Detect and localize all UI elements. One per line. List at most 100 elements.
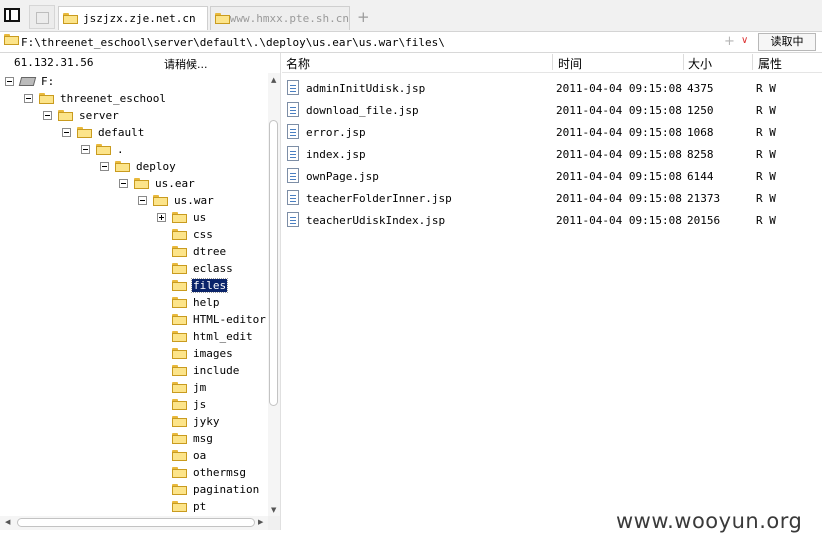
tree-item-label: msg (193, 432, 213, 445)
collapse-icon[interactable] (62, 128, 71, 137)
column-separator[interactable] (683, 54, 684, 70)
folder-icon (215, 13, 230, 24)
tree-item-label: HTML-editor (193, 313, 266, 326)
directory-tree: F: threenet_eschool server default. deploy us… (0, 73, 268, 517)
file-icon (287, 168, 299, 183)
folder-icon (77, 127, 92, 138)
path-input[interactable] (21, 34, 756, 50)
server-ip: 61.132.31.56 (14, 56, 94, 69)
file-row[interactable]: adminInitUdisk.jsp 2011-04-04 09:15:08 437… (282, 77, 802, 99)
tree-item[interactable]: us.ear (119, 175, 196, 192)
file-row[interactable]: teacherUdiskIndex.jsp 2011-04-04 09:15:08… (282, 209, 802, 231)
pane-divider[interactable] (280, 53, 281, 530)
collapse-icon[interactable] (81, 145, 90, 154)
file-list-header: 名称 时间 大小 属性 (282, 53, 822, 73)
read-button[interactable]: 读取中 (758, 33, 816, 51)
tree-item[interactable]: files (157, 277, 229, 294)
column-separator[interactable] (552, 54, 553, 70)
file-row[interactable]: teacherFolderInner.jsp 2011-04-04 09:15:0… (282, 187, 802, 209)
tree-item[interactable]: js (157, 396, 207, 413)
scroll-right-arrow-icon[interactable]: ▶ (258, 518, 263, 526)
tree-item-label: pagination (193, 483, 260, 496)
tree-item[interactable]: threenet_eschool (24, 90, 167, 107)
tree-item[interactable]: pagination (157, 481, 260, 498)
scroll-up-arrow-icon[interactable]: ▲ (271, 76, 276, 84)
tree-item[interactable]: css (157, 226, 214, 243)
column-header-time[interactable]: 时间 (558, 55, 582, 72)
file-attr: R W (756, 81, 776, 95)
tree-item[interactable]: jyky (157, 413, 221, 430)
collapse-icon[interactable] (138, 196, 147, 205)
tree-item[interactable]: jm (157, 379, 207, 396)
tree-item-label: js (193, 398, 207, 411)
folder-icon (63, 13, 78, 24)
tree-item[interactable]: oa (157, 447, 207, 464)
tab-label: jszjzx.zje.net.cn (83, 12, 196, 25)
file-row[interactable]: ownPage.jsp 2011-04-04 09:15:08 6144 R W (282, 165, 802, 187)
chevron-down-icon[interactable]: ∨ (741, 35, 748, 46)
file-icon (287, 212, 299, 227)
tree-item-label: files (190, 278, 229, 293)
scroll-thumb[interactable] (17, 518, 255, 527)
file-size: 6144 (687, 169, 714, 183)
tree-item[interactable]: include (157, 362, 240, 379)
tree-item[interactable]: msg (157, 430, 214, 447)
scroll-left-arrow-icon[interactable]: ◀ (5, 518, 10, 526)
scroll-thumb[interactable] (269, 120, 278, 406)
file-row[interactable]: error.jsp 2011-04-04 09:15:08 1068 R W (282, 121, 802, 143)
tree-item[interactable]: F: (5, 73, 55, 90)
folder-icon (96, 144, 111, 155)
scroll-down-arrow-icon[interactable]: ▼ (271, 506, 276, 514)
folder-icon (172, 246, 187, 257)
tree-item[interactable]: html_edit (157, 328, 254, 345)
collapse-icon[interactable] (119, 179, 128, 188)
tree-item[interactable]: default (62, 124, 145, 141)
collapse-icon[interactable] (43, 111, 52, 120)
file-row[interactable]: index.jsp 2011-04-04 09:15:08 8258 R W (282, 143, 802, 165)
tree-item[interactable]: eclass (157, 260, 234, 277)
blank-tab[interactable] (29, 5, 55, 29)
tree-item[interactable]: us.war (138, 192, 215, 209)
file-row[interactable]: download_file.jsp 2011-04-04 09:15:08 1250… (282, 99, 802, 121)
tree-item[interactable]: pt (157, 498, 207, 515)
file-time: 2011-04-04 09:15:08 (556, 169, 682, 183)
column-separator[interactable] (752, 54, 753, 70)
file-icon (287, 190, 299, 205)
tree-item[interactable]: images (157, 345, 234, 362)
tab-hmxx[interactable]: www.hmxx.pte.sh.cn (210, 6, 350, 30)
tree-item[interactable]: dtree (157, 243, 227, 260)
collapse-icon[interactable] (100, 162, 109, 171)
collapse-icon[interactable] (24, 94, 33, 103)
tree-item[interactable]: deploy (100, 158, 177, 175)
tree-item[interactable]: us (157, 209, 207, 226)
expand-icon[interactable] (157, 213, 166, 222)
new-tab-button[interactable]: + (357, 8, 370, 26)
tree-horizontal-scrollbar[interactable]: ◀ ▶ (0, 516, 268, 530)
status-area (0, 530, 822, 551)
tree-item[interactable]: help (157, 294, 221, 311)
tab-jszjzx[interactable]: jszjzx.zje.net.cn (58, 6, 208, 30)
collapse-icon[interactable] (5, 77, 14, 86)
tree-vertical-scrollbar[interactable]: ▲ ▼ (268, 73, 280, 518)
file-size: 1068 (687, 125, 714, 139)
column-header-size[interactable]: 大小 (688, 55, 712, 72)
tree-item[interactable]: HTML-editor (157, 311, 267, 328)
tree-item[interactable]: . (81, 141, 125, 158)
window-layout-icon[interactable] (4, 8, 20, 22)
file-name: index.jsp (306, 147, 366, 161)
column-header-name[interactable]: 名称 (286, 55, 310, 72)
tree-item[interactable]: othermsg (157, 464, 247, 481)
column-header-attr[interactable]: 属性 (758, 55, 782, 72)
tree-item[interactable]: server (43, 107, 120, 124)
file-size: 21373 (687, 191, 721, 205)
bookmark-add-icon[interactable]: + (724, 34, 735, 49)
tree-item-label: deploy (136, 160, 176, 173)
tree-item-label: us.ear (155, 177, 195, 190)
folder-icon (172, 399, 187, 410)
file-attr: R W (756, 213, 776, 227)
